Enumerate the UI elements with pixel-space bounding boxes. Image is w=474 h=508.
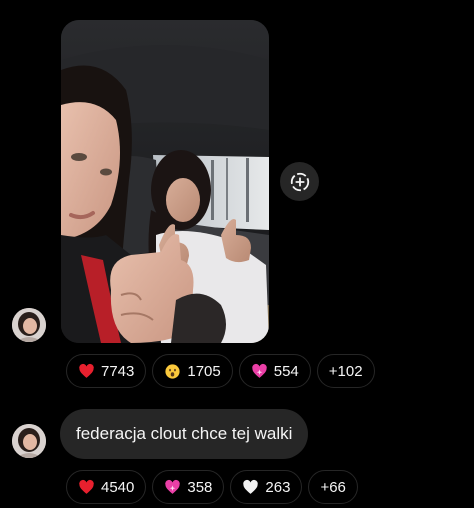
surprised-face-icon <box>164 363 181 380</box>
reaction-more[interactable]: +66 <box>308 470 358 504</box>
reactions-bar: 4540 358 263 +66 <box>66 470 358 504</box>
reaction-sparkling-heart[interactable]: 358 <box>152 470 225 504</box>
red-heart-icon <box>78 479 95 496</box>
reaction-count: 4540 <box>101 478 135 496</box>
text-message-bubble[interactable]: federacja clout chce tej walki <box>60 409 309 459</box>
sender-avatar[interactable] <box>12 308 46 342</box>
reaction-more-count: +66 <box>320 478 346 496</box>
reaction-surprised-face[interactable]: 1705 <box>152 354 233 388</box>
profile-photo <box>12 308 46 342</box>
reaction-red-heart[interactable]: 4540 <box>66 470 147 504</box>
reaction-white-heart[interactable]: 263 <box>230 470 303 504</box>
dm-thread: 7743 1705 554 +102 federacja clout chce … <box>0 0 474 508</box>
reaction-count: 554 <box>273 362 299 380</box>
red-heart-icon <box>78 363 95 380</box>
reaction-sparkling-heart[interactable]: 554 <box>238 354 311 388</box>
white-heart-icon <box>242 479 259 496</box>
message-text: federacja clout chce tej walki <box>76 424 293 443</box>
sparkling-heart-icon <box>164 479 181 496</box>
photo-message[interactable] <box>61 20 269 343</box>
reaction-more-count: +102 <box>328 362 363 380</box>
reaction-count: 7743 <box>101 362 135 380</box>
reactions-bar: 7743 1705 554 +102 <box>66 354 375 388</box>
reaction-count: 263 <box>265 478 291 496</box>
car-selfie-photo <box>61 20 269 343</box>
reaction-more[interactable]: +102 <box>316 354 375 388</box>
save-media-button[interactable] <box>280 162 319 201</box>
reaction-red-heart[interactable]: 7743 <box>66 354 147 388</box>
reaction-count: 1705 <box>187 362 221 380</box>
profile-photo <box>12 424 46 458</box>
sparkling-heart-icon <box>251 363 268 380</box>
sender-avatar[interactable] <box>12 424 46 458</box>
reaction-count: 358 <box>187 478 213 496</box>
circle-plus-dashed-icon <box>290 172 309 191</box>
